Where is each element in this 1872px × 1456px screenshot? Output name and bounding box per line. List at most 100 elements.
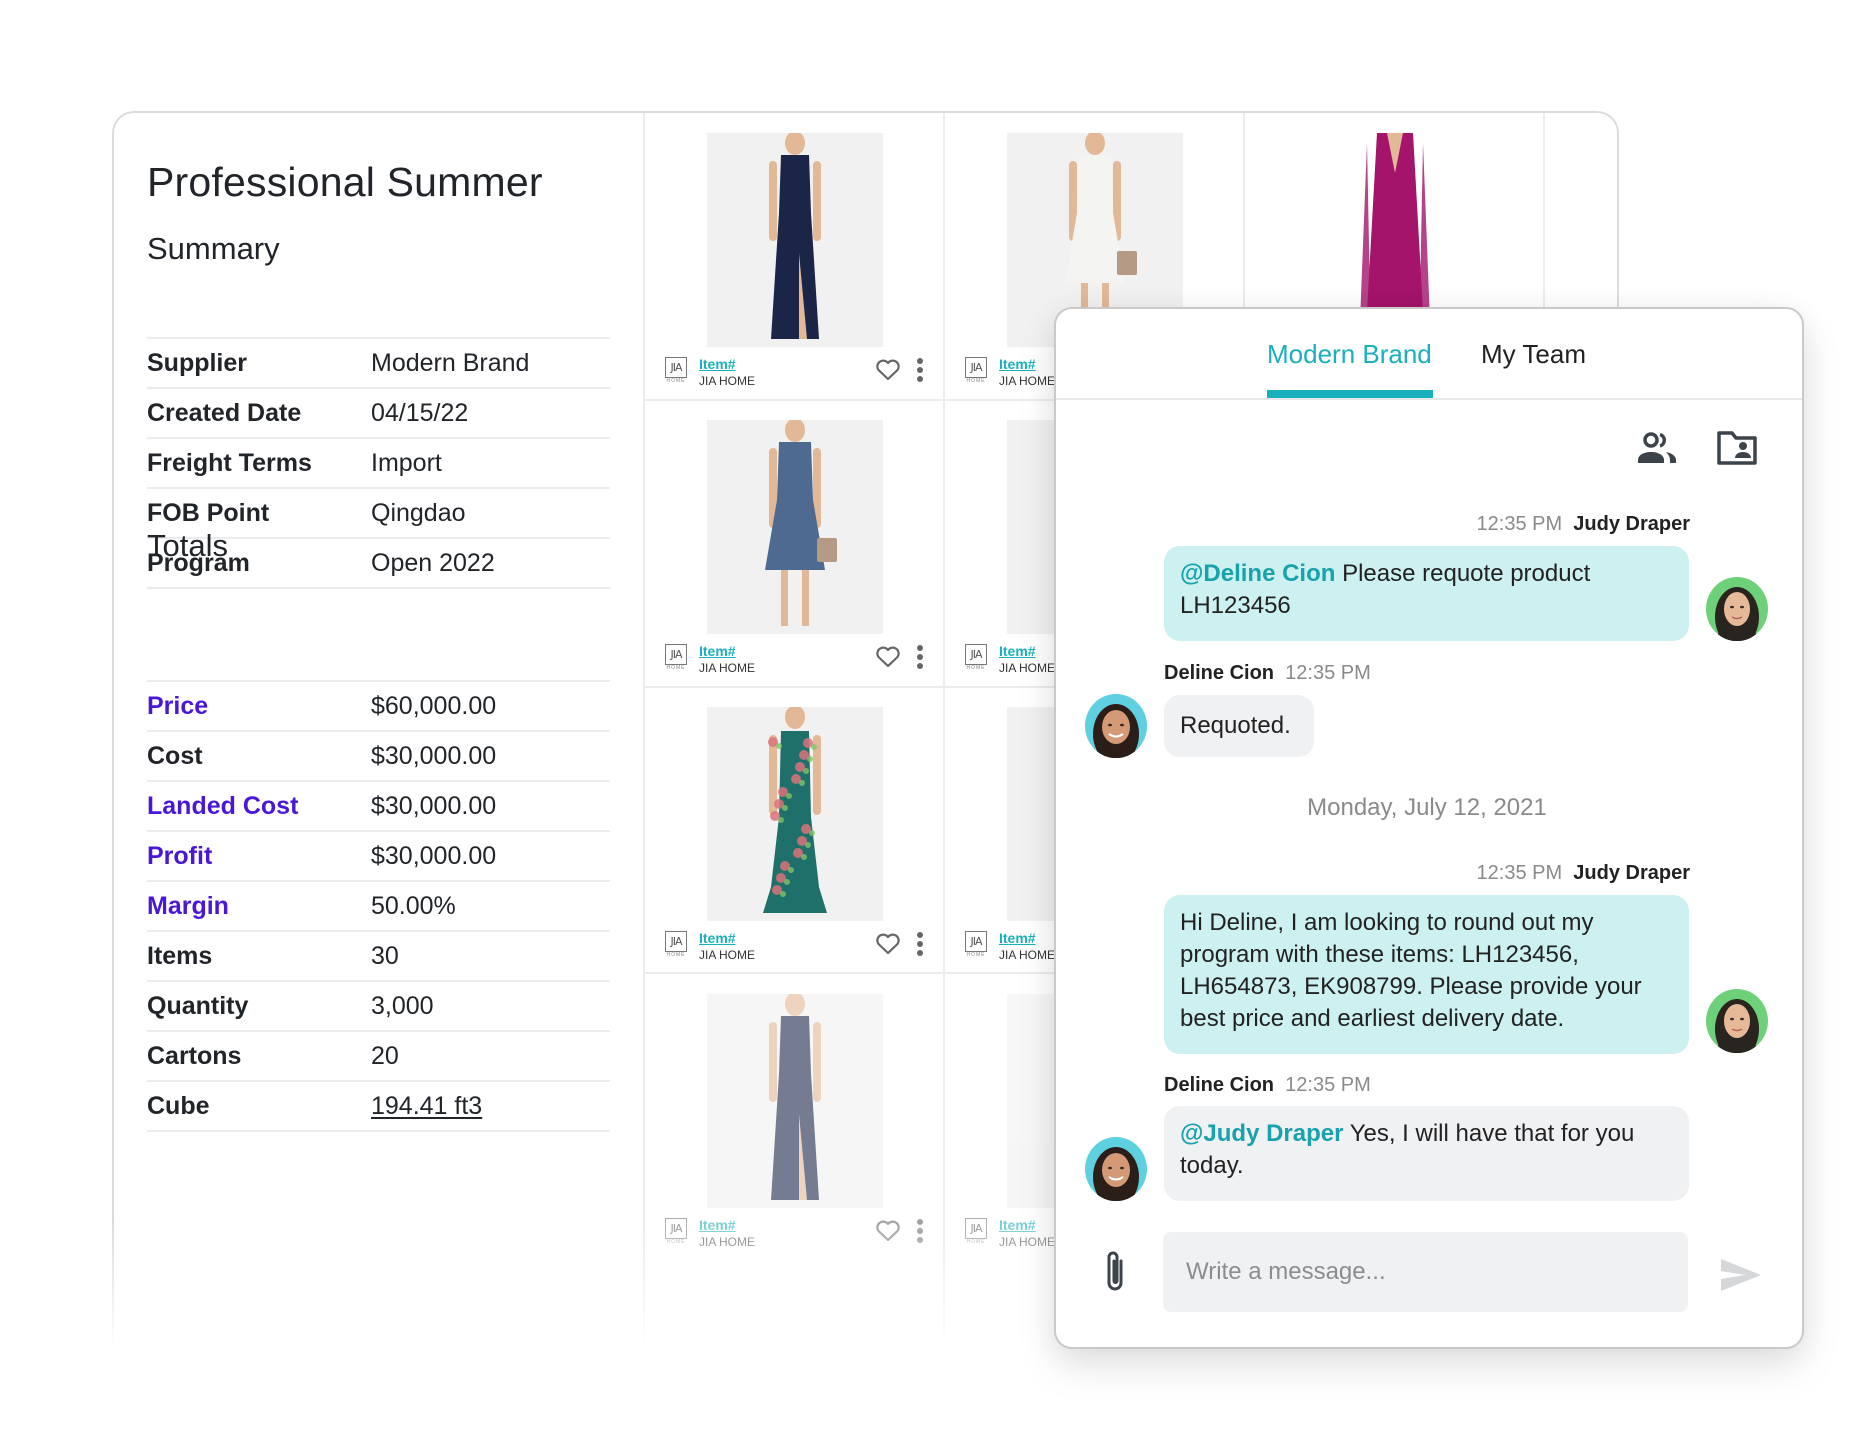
paperclip-icon[interactable] — [1101, 1249, 1131, 1295]
tab-modern-brand[interactable]: Modern Brand — [1267, 339, 1432, 370]
folder-contact-icon[interactable] — [1716, 431, 1758, 465]
date-divider: Monday, July 12, 2021 — [1307, 794, 1547, 821]
message-time: 12:35 PM — [1285, 662, 1371, 684]
row-label[interactable]: Price — [147, 692, 371, 721]
item-brand: JIA HOME — [999, 374, 1056, 388]
row-value: Import — [371, 448, 442, 477]
message-text: Requoted. — [1180, 712, 1291, 739]
table-row: Landed Cost $30,000.00 — [147, 780, 610, 830]
message-time: 12:35 PM — [1476, 862, 1563, 884]
heart-icon[interactable] — [875, 1220, 901, 1242]
product-card[interactable]: JIA HOME Item# JIA HOME — [645, 974, 945, 1261]
message-meta: 12:35 PM Judy Draper — [1477, 862, 1690, 885]
table-row: Quantity 3,000 — [147, 980, 610, 1030]
table-row: Cube 194.41 ft3 — [147, 1080, 610, 1132]
item-number-link[interactable]: Item# — [699, 356, 736, 372]
product-image[interactable] — [707, 707, 883, 921]
message-text: Hi Deline, I am looking to round out my … — [1180, 909, 1642, 1032]
item-number-link[interactable]: Item# — [699, 930, 736, 946]
row-label: Cost — [147, 741, 203, 770]
avatar-judy-draper — [1706, 577, 1768, 641]
tab-my-team[interactable]: My Team — [1481, 339, 1586, 370]
table-row: Profit $30,000.00 — [147, 830, 610, 880]
message-bubble: @Judy Draper Yes, I will have that for y… — [1164, 1106, 1689, 1201]
product-card[interactable]: JIA HOME Item# JIA HOME — [645, 400, 945, 687]
row-value: $60,000.00 — [371, 691, 497, 720]
more-vertical-icon[interactable] — [916, 358, 924, 384]
row-label[interactable]: Landed Cost — [147, 792, 371, 821]
avatar-deline-cion — [1085, 1137, 1147, 1201]
product-image[interactable] — [707, 994, 883, 1208]
item-number-link[interactable]: Item# — [999, 1217, 1036, 1233]
message-bubble: Hi Deline, I am looking to round out my … — [1164, 895, 1689, 1054]
brand-logo: JIA HOME — [665, 1218, 687, 1245]
brand-logo: JIA HOME — [965, 357, 987, 384]
row-label: Supplier — [147, 348, 248, 377]
table-row: Margin 50.00% — [147, 880, 610, 930]
product-card[interactable]: JIA HOME Item# JIA HOME — [645, 687, 945, 974]
message-bubble: @Deline Cion Please requote product LH12… — [1164, 546, 1689, 641]
totals-heading: Totals — [147, 528, 228, 563]
item-brand: JIA HOME — [999, 661, 1056, 675]
item-number-link[interactable]: Item# — [999, 643, 1036, 659]
more-vertical-icon[interactable] — [916, 1219, 924, 1245]
summary-heading: Summary — [147, 231, 280, 266]
row-value: $30,000.00 — [371, 741, 497, 770]
message-meta: Deline Cion 12:35 PM — [1164, 1074, 1371, 1097]
message-input[interactable] — [1163, 1232, 1688, 1312]
item-brand: JIA HOME — [699, 661, 756, 675]
brand-logo: JIA HOME — [965, 644, 987, 671]
message-meta: Deline Cion 12:35 PM — [1164, 662, 1371, 685]
message-meta: 12:35 PM Judy Draper — [1477, 513, 1690, 536]
more-vertical-icon[interactable] — [916, 932, 924, 958]
row-label: FOB Point — [147, 498, 270, 527]
row-value: 30 — [371, 941, 399, 970]
row-label[interactable]: Margin — [147, 892, 371, 921]
mention[interactable]: @Judy Draper — [1180, 1120, 1343, 1147]
people-icon[interactable] — [1636, 431, 1678, 465]
message-time: 12:35 PM — [1476, 513, 1563, 535]
product-image[interactable] — [707, 420, 883, 634]
row-value: Qingdao — [371, 498, 466, 527]
brand-logo: JIA HOME — [965, 931, 987, 958]
heart-icon[interactable] — [875, 646, 901, 668]
mention[interactable]: @Deline Cion — [1180, 560, 1335, 587]
row-value: 04/15/22 — [371, 398, 469, 427]
table-row: Cost $30,000.00 — [147, 730, 610, 780]
message-time: 12:35 PM — [1285, 1074, 1371, 1096]
brand-logo: JIA HOME — [665, 931, 687, 958]
card-footer: JIA HOME Item# JIA HOME — [665, 930, 935, 967]
brand-logo: JIA HOME — [665, 644, 687, 671]
product-card[interactable]: JIA HOME Item# JIA HOME — [645, 113, 945, 400]
table-row: Cartons 20 — [147, 1030, 610, 1080]
item-brand: JIA HOME — [699, 1235, 756, 1249]
chat-tabs: Modern Brand My Team — [1056, 309, 1802, 400]
row-label: Freight Terms — [147, 448, 312, 477]
message-sender: Judy Draper — [1573, 862, 1690, 884]
item-number-link[interactable]: Item# — [699, 643, 736, 659]
brand-logo: JIA HOME — [665, 357, 687, 384]
more-vertical-icon[interactable] — [916, 645, 924, 671]
row-value[interactable]: 194.41 ft3 — [371, 1092, 482, 1121]
table-row: Supplier Modern Brand — [147, 337, 610, 387]
row-label: Quantity — [147, 991, 249, 1020]
row-value: Open 2022 — [371, 548, 495, 577]
message-sender: Judy Draper — [1573, 513, 1690, 535]
card-footer: JIA HOME Item# JIA HOME — [665, 1217, 935, 1254]
product-image[interactable] — [707, 133, 883, 347]
message-bubble: Requoted. — [1164, 695, 1314, 757]
row-label: Cartons — [147, 1041, 242, 1070]
heart-icon[interactable] — [875, 359, 901, 381]
send-icon[interactable] — [1719, 1257, 1763, 1293]
avatar-deline-cion — [1085, 694, 1147, 758]
totals-table: Price $60,000.00 Cost $30,000.00 Landed Cost… — [147, 680, 610, 1132]
table-row: Freight Terms Import — [147, 437, 610, 487]
page-title: Professional Summer — [147, 159, 543, 205]
row-label: Created Date — [147, 398, 302, 427]
heart-icon[interactable] — [875, 933, 901, 955]
item-number-link[interactable]: Item# — [999, 356, 1036, 372]
row-label[interactable]: Profit — [147, 842, 371, 871]
item-number-link[interactable]: Item# — [999, 930, 1036, 946]
item-number-link[interactable]: Item# — [699, 1217, 736, 1233]
card-footer: JIA HOME Item# JIA HOME — [665, 356, 935, 393]
